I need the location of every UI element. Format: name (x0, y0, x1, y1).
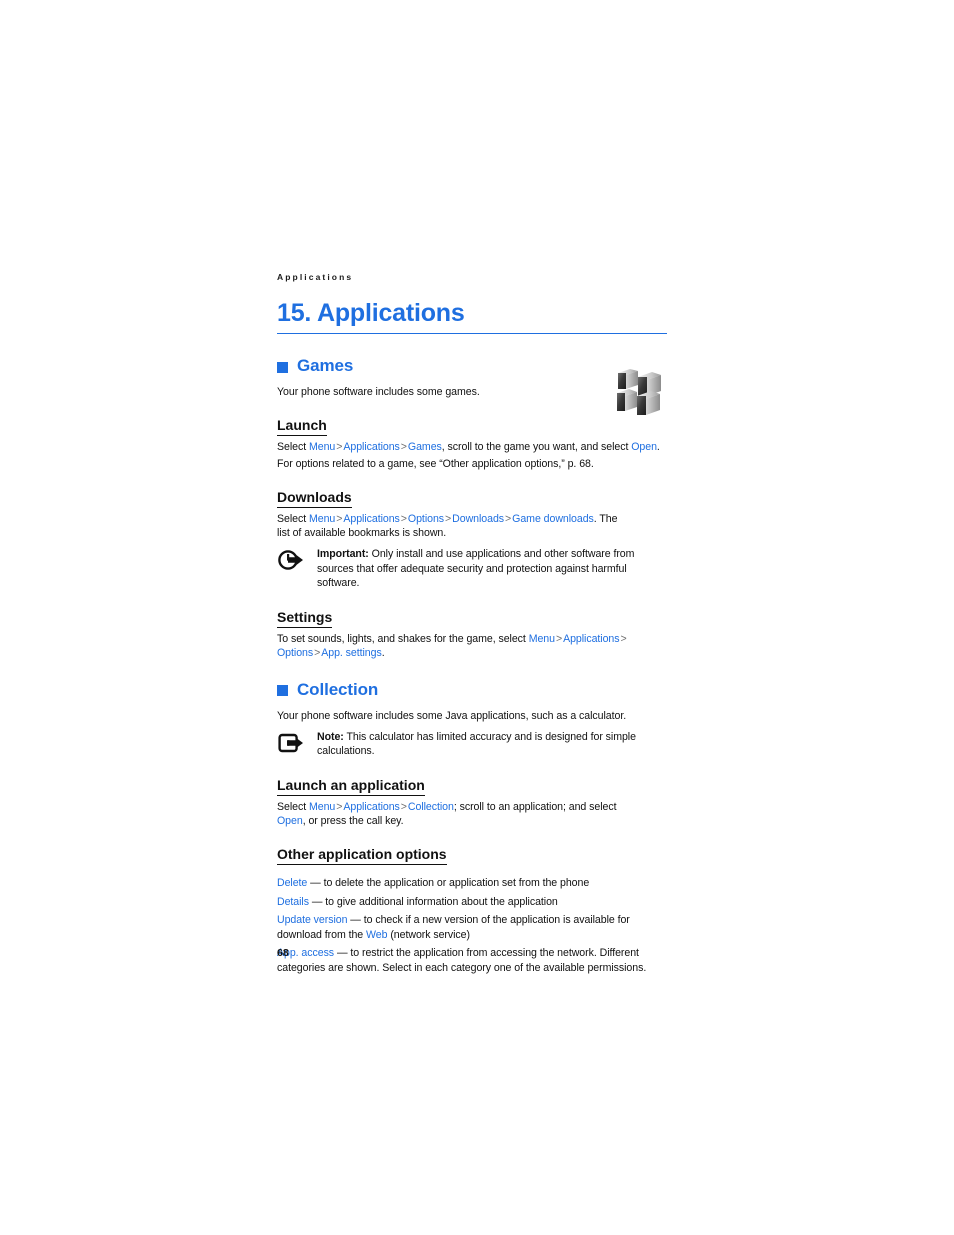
launch-app-prefix: Select (277, 800, 309, 813)
downloads-suffix: . The (593, 512, 618, 525)
collection-intro-text: Your phone software includes some Java a… (277, 709, 627, 722)
subheading-downloads: Downloads (277, 489, 352, 508)
settings-prefix: To set sounds, lights, and shakes for th… (277, 632, 529, 645)
important-circle-arrow-icon (277, 547, 317, 591)
list-item: Update version — to check if a new versi… (277, 913, 667, 942)
settings-path-line-2: Options>App. settings. (277, 646, 667, 661)
option-description: to give additional information about the… (325, 895, 558, 908)
launch-prefix: Select (277, 440, 309, 453)
list-item: Delete — to delete the application or ap… (277, 876, 667, 891)
link-collection[interactable]: Collection (408, 801, 454, 813)
launch-suffix: . (656, 440, 660, 453)
page-number: 68 (277, 947, 289, 959)
section-heading-collection: Collection (277, 680, 667, 700)
launch-options-reference: For options related to a game, see “Othe… (277, 458, 594, 471)
section-heading-games: Games (277, 356, 667, 376)
option-dash: — (347, 914, 364, 927)
note-square-arrow-icon (277, 730, 317, 759)
option-description-post: (network service) (387, 928, 470, 941)
option-dash: — (308, 895, 326, 908)
path-separator: > (314, 647, 321, 660)
link-delete[interactable]: Delete (277, 877, 307, 889)
important-label: Important: (317, 547, 369, 560)
path-separator: > (445, 512, 452, 525)
square-bullet-icon (277, 685, 288, 697)
subheading-launch-application: Launch an application (277, 777, 425, 796)
subheading-launch: Launch (277, 417, 327, 436)
note-callout-text: Note: This calculator has limited accura… (317, 730, 667, 759)
launch-application-path-line-1: Select Menu>Applications>Collection; scr… (277, 800, 667, 815)
downloads-bookmarks-line: list of available bookmarks is shown. (277, 527, 447, 540)
settings-path-line-1: To set sounds, lights, and shakes for th… (277, 632, 667, 647)
path-separator: > (505, 512, 512, 525)
section-heading-collection-label: Collection (297, 679, 379, 699)
link-downloads[interactable]: Downloads (452, 513, 504, 525)
note-callout: Note: This calculator has limited accura… (277, 730, 667, 759)
option-dash: — (334, 947, 351, 960)
title-rule (277, 333, 667, 334)
downloads-prefix: Select (277, 512, 309, 525)
link-open[interactable]: Open (631, 441, 657, 453)
link-open[interactable]: Open (277, 815, 303, 827)
path-separator: > (400, 512, 407, 525)
path-separator: > (555, 632, 563, 645)
settings-suffix: . (381, 647, 385, 660)
launch-path-line: Select Menu>Applications>Games, scroll t… (277, 440, 667, 455)
link-applications[interactable]: Applications (343, 801, 399, 813)
link-web[interactable]: Web (366, 929, 387, 941)
option-dash: — (307, 876, 324, 889)
chapter-title: 15. Applications (277, 299, 465, 327)
other-options-list: Delete — to delete the application or ap… (277, 876, 667, 976)
path-separator: > (400, 800, 407, 813)
games-intro-text: Your phone software includes some games. (277, 386, 480, 398)
option-description: to delete the application or application… (323, 876, 590, 889)
subheading-settings: Settings (277, 609, 333, 628)
page-content: Applications 15. Applications Games Your… (277, 272, 667, 979)
link-game-downloads[interactable]: Game downloads (512, 513, 594, 525)
link-menu[interactable]: Menu (309, 513, 335, 525)
launch-app-suffix: ; scroll to an application; and select (453, 800, 617, 813)
link-options[interactable]: Options (277, 647, 313, 659)
important-callout-text: Important: Only install and use applicat… (317, 547, 667, 591)
subheading-launch-wrap: Launch (277, 403, 667, 440)
running-header: Applications (277, 272, 354, 282)
important-callout: Important: Only install and use applicat… (277, 547, 667, 591)
launch-middle-text: , scroll to the game you want, and selec… (441, 440, 632, 453)
list-item: App. access — to restrict the applicatio… (277, 946, 667, 975)
link-menu[interactable]: Menu (529, 633, 555, 645)
subheading-other-application-options: Other application options (277, 846, 447, 865)
link-menu[interactable]: Menu (309, 441, 335, 453)
subheading-downloads-wrap: Downloads (277, 475, 667, 512)
path-separator: > (400, 440, 407, 453)
link-applications[interactable]: Applications (563, 633, 619, 645)
subheading-other-application-options-wrap: Other application options (277, 832, 667, 869)
square-bullet-icon (277, 361, 288, 373)
launch-application-path-line-2: Open, or press the call key. (277, 814, 667, 829)
link-update-version[interactable]: Update version (277, 914, 347, 926)
note-label: Note: (317, 730, 344, 743)
link-games[interactable]: Games (408, 441, 442, 453)
subheading-settings-wrap: Settings (277, 595, 667, 632)
link-app-settings[interactable]: App. settings (321, 647, 382, 659)
link-options[interactable]: Options (408, 513, 444, 525)
downloads-path-line: Select Menu>Applications>Options>Downloa… (277, 512, 667, 527)
path-separator: > (620, 632, 627, 645)
link-applications[interactable]: Applications (343, 513, 399, 525)
subheading-launch-application-wrap: Launch an application (277, 763, 667, 800)
launch-app-line2-suffix: , or press the call key. (302, 815, 404, 828)
list-item: Details — to give additional information… (277, 895, 667, 910)
section-heading-games-label: Games (297, 356, 354, 375)
link-menu[interactable]: Menu (309, 801, 335, 813)
link-applications[interactable]: Applications (343, 441, 399, 453)
link-details[interactable]: Details (277, 896, 309, 908)
note-text: This calculator has limited accuracy and… (317, 730, 636, 758)
